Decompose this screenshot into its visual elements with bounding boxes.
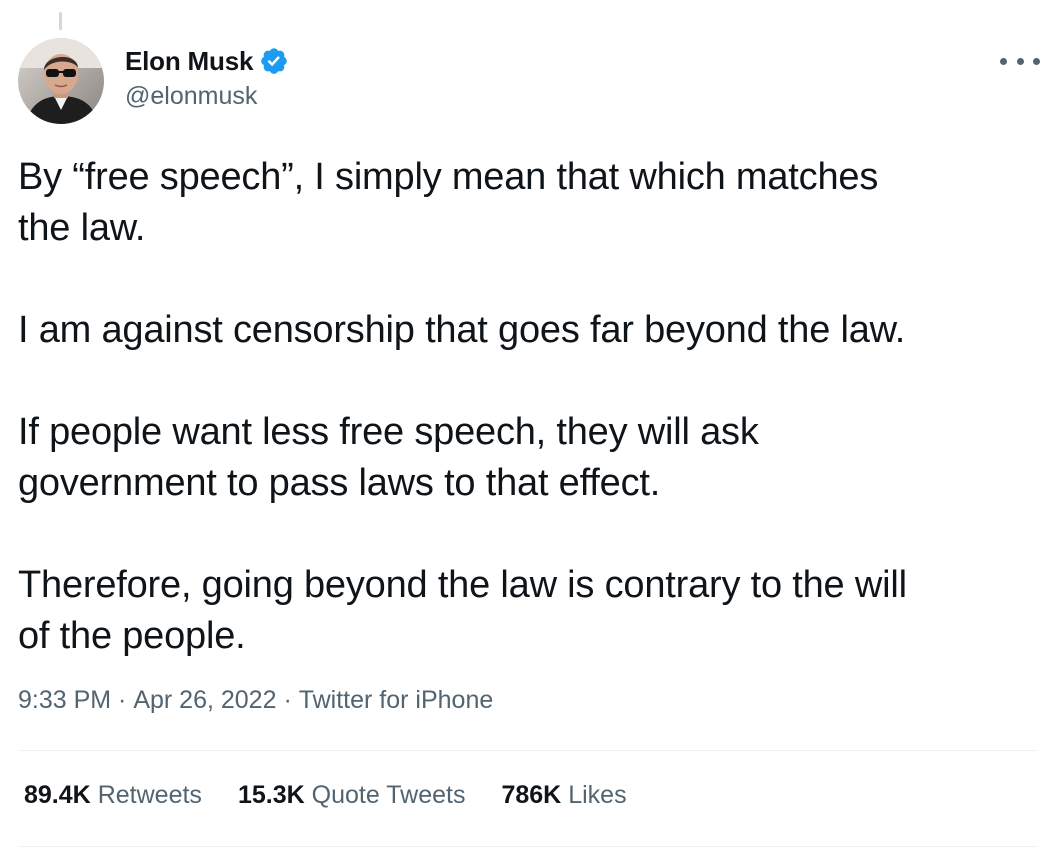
tweet-paragraph: By “free speech”, I simply mean that whi…	[18, 156, 879, 249]
quote-tweets-label: Quote Tweets	[311, 781, 466, 809]
author-name-row: Elon Musk	[125, 44, 289, 78]
retweets-label: Retweets	[97, 781, 202, 809]
author-display-name[interactable]: Elon Musk	[125, 46, 253, 77]
meta-separator: ·	[111, 686, 134, 714]
more-options-icon[interactable]	[1000, 48, 1040, 74]
engagement-stats: 89.4K Retweets 15.3K Quote Tweets 786K Like…	[24, 781, 663, 810]
meta-separator: ·	[276, 686, 299, 714]
verified-badge-icon	[259, 46, 289, 76]
likes-label: Likes	[568, 781, 627, 809]
avatar[interactable]	[18, 38, 104, 124]
quote-tweets-count: 15.3K	[237, 781, 305, 809]
thread-connector-line	[59, 12, 62, 30]
avatar-image	[18, 38, 104, 124]
tweet-text: By “free speech”, I simply mean that whi…	[18, 152, 1038, 662]
tweet-time[interactable]: 9:33 PM	[18, 686, 111, 715]
tweet-metadata: 9:33 PM · Apr 26, 2022 · Twitter for iPh…	[18, 686, 493, 715]
quote-tweets-stat[interactable]: 15.3K Quote Tweets	[238, 781, 466, 810]
tweet-date[interactable]: Apr 26, 2022	[133, 686, 276, 715]
divider	[18, 846, 1038, 847]
tweet-paragraph: If people want less free speech, they wi…	[18, 411, 759, 504]
tweet-source[interactable]: Twitter for iPhone	[299, 686, 494, 715]
retweets-count: 89.4K	[24, 781, 91, 809]
tweet-paragraph: Therefore, going beyond the law is contr…	[18, 564, 907, 657]
likes-stat[interactable]: 786K Likes	[501, 781, 626, 810]
divider	[18, 750, 1038, 751]
likes-count: 786K	[501, 781, 562, 809]
tweet-paragraph: I am against censorship that goes far be…	[18, 309, 906, 351]
retweets-stat[interactable]: 89.4K Retweets	[24, 781, 202, 810]
author-handle[interactable]: @elonmusk	[125, 82, 257, 111]
